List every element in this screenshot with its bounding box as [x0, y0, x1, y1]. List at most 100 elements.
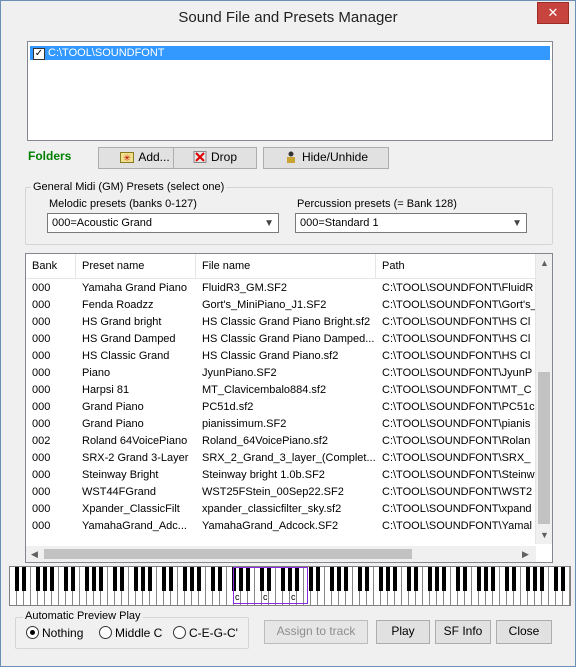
- sf-info-button[interactable]: SF Info: [435, 620, 491, 644]
- preview-chord-label[interactable]: C-E-G-C': [189, 626, 238, 640]
- cell-bank: 000: [32, 316, 51, 328]
- folder-list[interactable]: ✓ C:\TOOL\SOUNDFONT: [27, 41, 553, 141]
- piano-black-key[interactable]: [414, 567, 418, 591]
- piano-black-key[interactable]: [393, 567, 397, 591]
- table-row[interactable]: 000 Piano JyunPiano.SF2 C:\TOOL\SOUNDFON…: [26, 365, 536, 382]
- column-header-bank[interactable]: Bank: [26, 254, 76, 278]
- percussion-presets-select[interactable]: 000=Standard 1 ▼: [295, 213, 527, 233]
- piano-black-key[interactable]: [540, 567, 544, 591]
- table-row[interactable]: 000 Xpander_ClassicFilt xpander_classicf…: [26, 501, 536, 518]
- piano-black-key[interactable]: [113, 567, 117, 591]
- scroll-left-icon[interactable]: ◀: [31, 549, 38, 560]
- piano-black-key[interactable]: [379, 567, 383, 591]
- table-row[interactable]: 000 YamahaGrand_Adc... YamahaGrand_Adcoc…: [26, 518, 536, 535]
- piano-black-key[interactable]: [120, 567, 124, 591]
- piano-black-key[interactable]: [365, 567, 369, 591]
- piano-black-key[interactable]: [85, 567, 89, 591]
- table-row[interactable]: 000 Steinway Bright Steinway bright 1.0b…: [26, 467, 536, 484]
- piano-black-key[interactable]: [428, 567, 432, 591]
- piano-black-key[interactable]: [407, 567, 411, 591]
- horizontal-scroll-thumb[interactable]: [44, 549, 412, 559]
- table-row[interactable]: 000 Grand Piano pianissimum.SF2 C:\TOOL\…: [26, 416, 536, 433]
- piano-black-key[interactable]: [316, 567, 320, 591]
- piano-black-key[interactable]: [442, 567, 446, 591]
- close-window-button[interactable]: ✕: [537, 2, 569, 24]
- preview-nothing-label[interactable]: Nothing: [42, 626, 83, 640]
- piano-black-key[interactable]: [491, 567, 495, 591]
- piano-black-key[interactable]: [218, 567, 222, 591]
- piano-black-key[interactable]: [554, 567, 558, 591]
- scroll-down-icon[interactable]: ▼: [540, 530, 549, 540]
- piano-black-key[interactable]: [344, 567, 348, 591]
- folder-checkbox[interactable]: ✓: [33, 48, 45, 60]
- piano-black-key[interactable]: [36, 567, 40, 591]
- presets-table[interactable]: Bank Preset name File name Path 000 Yama…: [25, 253, 553, 563]
- vertical-scroll-thumb[interactable]: [538, 372, 550, 524]
- piano-black-key[interactable]: [330, 567, 334, 591]
- piano-black-key[interactable]: [15, 567, 19, 591]
- preview-middle-c-radio[interactable]: [99, 626, 112, 639]
- table-row[interactable]: 000 WST44FGrand WST25FStein_00Sep22.SF2 …: [26, 484, 536, 501]
- piano-black-key[interactable]: [162, 567, 166, 591]
- piano-black-key[interactable]: [526, 567, 530, 591]
- scroll-right-icon[interactable]: ▶: [522, 549, 529, 560]
- piano-black-key[interactable]: [43, 567, 47, 591]
- column-header-file-name[interactable]: File name: [196, 254, 376, 278]
- table-row[interactable]: 000 HS Classic Grand HS Classic Grand Pi…: [26, 348, 536, 365]
- horizontal-scrollbar[interactable]: ◀ ▶: [26, 546, 536, 562]
- vertical-scrollbar[interactable]: ▲ ▼: [535, 254, 552, 544]
- piano-black-key[interactable]: [463, 567, 467, 591]
- piano-black-key[interactable]: [134, 567, 138, 591]
- folder-item[interactable]: ✓ C:\TOOL\SOUNDFONT: [30, 46, 550, 60]
- melodic-presets-select[interactable]: 000=Acoustic Grand ▼: [47, 213, 279, 233]
- scroll-up-icon[interactable]: ▲: [540, 258, 549, 268]
- piano-black-key[interactable]: [435, 567, 439, 591]
- piano-black-key[interactable]: [99, 567, 103, 591]
- preview-nothing-radio[interactable]: [26, 626, 39, 639]
- play-button[interactable]: Play: [376, 620, 430, 644]
- piano-black-key[interactable]: [183, 567, 187, 591]
- drop-folder-button[interactable]: Drop: [173, 147, 257, 169]
- table-row[interactable]: 000 Grand Piano PC51d.sf2 C:\TOOL\SOUNDF…: [26, 399, 536, 416]
- piano-black-key[interactable]: [22, 567, 26, 591]
- piano-black-key[interactable]: [505, 567, 509, 591]
- piano-black-key[interactable]: [386, 567, 390, 591]
- table-row[interactable]: 000 Fenda Roadzz Gort's_MiniPiano_J1.SF2…: [26, 297, 536, 314]
- piano-black-key[interactable]: [148, 567, 152, 591]
- table-row[interactable]: 000 Harpsi 81 MT_Clavicembalo884.sf2 C:\…: [26, 382, 536, 399]
- piano-black-key[interactable]: [512, 567, 516, 591]
- table-row[interactable]: 000 Yamaha Grand Piano FluidR3_GM.SF2 C:…: [26, 280, 536, 297]
- table-row[interactable]: 002 Roland 64VoicePiano Roland_64VoicePi…: [26, 433, 536, 450]
- preview-chord-radio[interactable]: [173, 626, 186, 639]
- piano-black-key[interactable]: [211, 567, 215, 591]
- piano-black-key[interactable]: [533, 567, 537, 591]
- hide-unhide-button[interactable]: Hide/Unhide: [263, 147, 389, 169]
- column-header-path[interactable]: Path: [376, 254, 536, 278]
- table-row[interactable]: 000 HS Grand Damped HS Classic Grand Pia…: [26, 331, 536, 348]
- piano-black-key[interactable]: [92, 567, 96, 591]
- piano-keyboard[interactable]: ccc: [9, 566, 571, 606]
- piano-black-key[interactable]: [358, 567, 362, 591]
- delete-icon: [193, 151, 207, 163]
- piano-black-key[interactable]: [71, 567, 75, 591]
- piano-black-key[interactable]: [484, 567, 488, 591]
- piano-black-key[interactable]: [50, 567, 54, 591]
- piano-black-key[interactable]: [141, 567, 145, 591]
- close-button[interactable]: Close: [496, 620, 552, 644]
- table-row[interactable]: 000 HS Grand bright HS Classic Grand Pia…: [26, 314, 536, 331]
- piano-black-key[interactable]: [197, 567, 201, 591]
- piano-black-key[interactable]: [456, 567, 460, 591]
- cell-preset-name: WST44FGrand: [82, 486, 156, 498]
- assign-to-track-button[interactable]: Assign to track: [264, 620, 368, 644]
- piano-black-key[interactable]: [337, 567, 341, 591]
- preview-middle-c-label[interactable]: Middle C: [115, 626, 162, 640]
- piano-black-key[interactable]: [561, 567, 565, 591]
- piano-black-key[interactable]: [190, 567, 194, 591]
- piano-black-key[interactable]: [309, 567, 313, 591]
- column-header-preset-name[interactable]: Preset name: [76, 254, 196, 278]
- piano-black-key[interactable]: [477, 567, 481, 591]
- cell-file-name: Steinway bright 1.0b.SF2: [202, 469, 325, 481]
- table-row[interactable]: 000 SRX-2 Grand 3-Layer SRX_2_Grand_3_la…: [26, 450, 536, 467]
- piano-black-key[interactable]: [169, 567, 173, 591]
- piano-black-key[interactable]: [64, 567, 68, 591]
